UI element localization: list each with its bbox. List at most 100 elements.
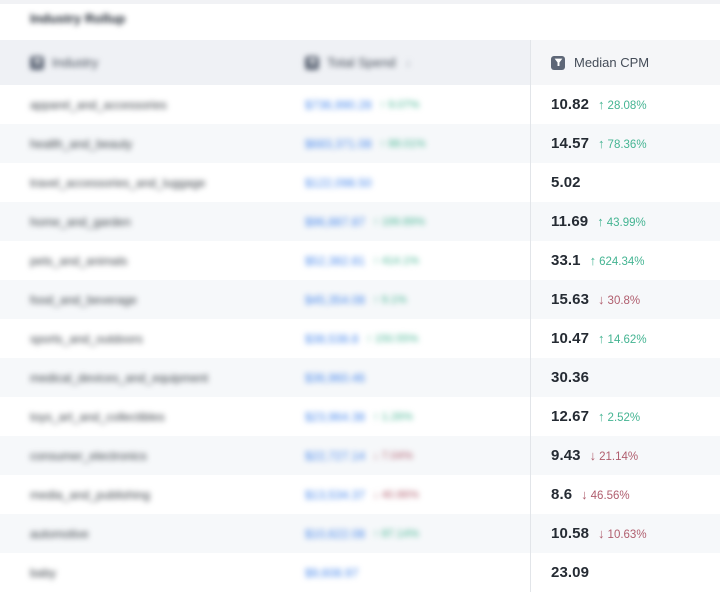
median-cpm-cell: 14.57 ↑ 78.36% (530, 124, 720, 163)
table-row: toys_art_and_collectibles $23,964.38 ↑ 1… (0, 397, 720, 436)
cpm-change-pct: 14.62% (607, 334, 647, 346)
table-row: home_and_garden $96,887.87 ↑ 199.89% 11.… (0, 202, 720, 241)
cpm-change: ↑ 28.08% (598, 97, 647, 112)
median-cpm-value: 14.57 (551, 135, 590, 152)
industry-cell: sports_and_outdoors (0, 332, 290, 346)
trend-down-icon: ↓ (581, 487, 588, 502)
total-spend-link[interactable]: $45,354.08 (305, 293, 365, 307)
median-cpm-cell: 9.43 ↓ 21.14% (530, 436, 720, 475)
median-cpm-value: 10.47 (551, 330, 590, 347)
total-spend-cell: $22,727.14 ↓ 7.04% (290, 449, 530, 463)
industry-cell: automotive (0, 527, 290, 541)
median-cpm-value: 11.69 (551, 213, 589, 230)
cpm-change-pct: 2.52% (607, 412, 641, 424)
trend-down-icon: ↓ (373, 449, 379, 462)
spend-change: ↑ 9.07% (380, 99, 420, 111)
trend-up-icon: ↑ (373, 293, 379, 306)
spend-change: ↓ 40.86% (373, 489, 419, 501)
industry-name: health_and_beauty (30, 136, 133, 151)
median-cpm-cell: 10.82 ↑ 28.08% (530, 85, 720, 124)
total-spend-cell: $13,534.37 ↓ 40.86% (290, 488, 530, 502)
trend-up-icon: ↑ (598, 136, 605, 151)
trend-down-icon: ↓ (589, 448, 597, 463)
total-spend-link[interactable]: $122,098.50 (305, 176, 372, 190)
industry-name: sports_and_outdoors (30, 331, 143, 346)
industry-cell: pets_and_animals (0, 254, 290, 268)
total-spend-cell: $683,371.08 ↑ 88.01% (290, 137, 530, 151)
header-total-spend[interactable]: Total Spend ↓ (290, 55, 530, 70)
header-industry[interactable]: Industry (0, 55, 290, 70)
total-spend-cell: $9,608.97 (290, 566, 530, 580)
header-median-cpm[interactable]: Median CPM (530, 40, 720, 85)
total-spend-link[interactable]: $683,371.08 (305, 137, 372, 151)
total-spend-cell: $736,990.28 ↑ 9.07% (290, 98, 530, 112)
total-spend-link[interactable]: $22,727.14 (305, 449, 365, 463)
header-industry-label: Industry (52, 55, 99, 70)
spend-change: ↑ 414.1% (373, 255, 419, 267)
spend-change-pct: 199.89% (381, 215, 425, 228)
industry-name: media_and_publishing (30, 487, 151, 502)
cpm-change-pct: 10.63% (607, 529, 647, 541)
cpm-change: ↑ 43.99% (597, 214, 646, 229)
total-spend-cell: $10,622.08 ↑ 87.14% (290, 527, 530, 541)
spend-change-pct: 1.26% (381, 410, 413, 423)
total-spend-link[interactable]: $9,608.97 (305, 566, 358, 580)
total-spend-cell: $52,382.81 ↑ 414.1% (290, 254, 530, 268)
total-spend-link[interactable]: $38,538.8 (305, 332, 358, 346)
table-row: media_and_publishing $13,534.37 ↓ 40.86%… (0, 475, 720, 514)
total-spend-link[interactable]: $96,887.87 (305, 215, 365, 229)
median-cpm-cell: 33.1 ↑ 624.34% (530, 241, 720, 280)
total-spend-link[interactable]: $36,960.46 (305, 371, 365, 385)
spend-change-pct: 87.14% (381, 527, 419, 540)
cpm-change: ↑ 2.52% (598, 409, 640, 424)
total-spend-link[interactable]: $23,964.38 (305, 410, 365, 424)
table-row: health_and_beauty $683,371.08 ↑ 88.01% 1… (0, 124, 720, 163)
industry-name: home_and_garden (30, 214, 131, 229)
industry-name: apparel_and_accessories (30, 97, 167, 112)
cpm-change: ↑ 78.36% (598, 136, 647, 151)
cpm-change-pct: 28.08% (607, 100, 647, 112)
median-cpm-value: 10.58 (551, 525, 590, 542)
table-body: apparel_and_accessories $736,990.28 ↑ 9.… (0, 85, 720, 592)
trend-up-icon: ↑ (597, 214, 604, 229)
cpm-change: ↑ 624.34% (590, 253, 645, 268)
field-badge-icon (30, 55, 44, 70)
trend-up-icon: ↑ (598, 97, 605, 112)
cpm-change-pct: 43.99% (606, 217, 646, 229)
table-row: apparel_and_accessories $736,990.28 ↑ 9.… (0, 85, 720, 124)
total-spend-link[interactable]: $52,382.81 (305, 254, 365, 268)
cpm-change-pct: 30.8% (607, 295, 641, 307)
median-cpm-cell: 5.02 (530, 163, 720, 202)
field-badge-icon (305, 55, 319, 70)
median-cpm-value: 8.6 (551, 486, 573, 503)
trend-up-icon: ↑ (598, 331, 605, 346)
industry-name: food_and_beverage (30, 292, 137, 307)
total-spend-link[interactable]: $13,534.37 (305, 488, 365, 502)
total-spend-cell: $38,538.8 ↑ 150.55% (290, 332, 530, 346)
spend-change-pct: 88.01% (388, 137, 426, 150)
cpm-change: ↑ 14.62% (598, 331, 647, 346)
total-spend-link[interactable]: $10,622.08 (305, 527, 365, 541)
median-cpm-cell: 30.36 (530, 358, 720, 397)
industry-cell: toys_art_and_collectibles (0, 410, 290, 424)
total-spend-link[interactable]: $736,990.28 (305, 98, 372, 112)
table-row: medical_devices_and_equipment $36,960.46… (0, 358, 720, 397)
total-spend-cell: $96,887.87 ↑ 199.89% (290, 215, 530, 229)
industry-cell: consumer_electronics (0, 449, 290, 463)
sort-desc-icon[interactable]: ↓ (406, 57, 412, 69)
trend-up-icon: ↑ (379, 98, 386, 111)
median-cpm-value: 12.67 (551, 408, 590, 425)
industry-name: baby (30, 565, 57, 580)
spend-change: ↑ 1.26% (373, 411, 413, 423)
table-row: automotive $10,622.08 ↑ 87.14% 10.58 ↓ 1… (0, 514, 720, 553)
median-cpm-value: 10.82 (551, 96, 590, 113)
median-cpm-cell: 10.47 ↑ 14.62% (530, 319, 720, 358)
industry-cell: medical_devices_and_equipment (0, 371, 290, 385)
trend-up-icon: ↑ (373, 527, 379, 540)
median-cpm-value: 23.09 (551, 564, 590, 581)
cpm-change: ↓ 21.14% (590, 448, 639, 463)
spend-change-pct: 7.04% (381, 449, 413, 462)
spend-change-pct: 9.1% (381, 293, 407, 306)
median-cpm-value: 33.1 (551, 252, 581, 269)
median-cpm-value: 15.63 (551, 291, 590, 308)
